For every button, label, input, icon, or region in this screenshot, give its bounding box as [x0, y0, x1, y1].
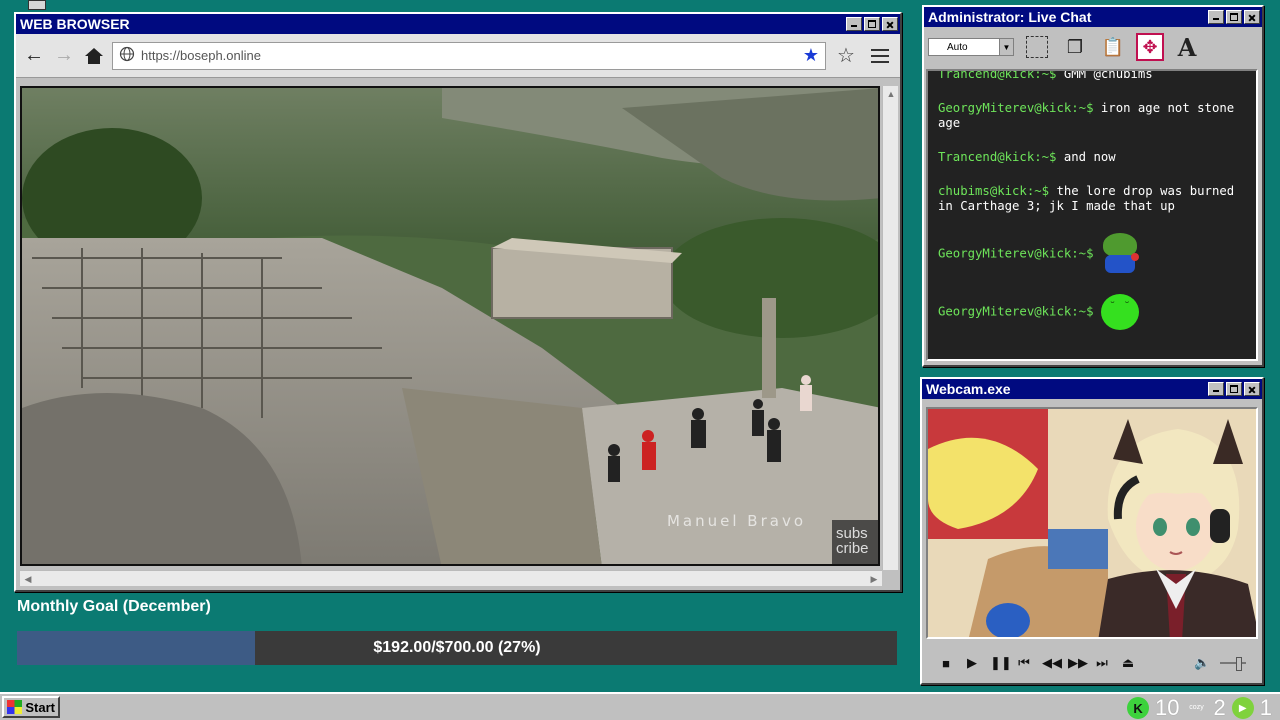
close-button[interactable] — [1244, 10, 1260, 24]
fast-forward-icon[interactable]: ▶▶ — [1068, 655, 1088, 671]
chat-messages[interactable]: Trancend@kick:~$ GMM @chubims GeorgyMiter… — [926, 69, 1258, 361]
chat-message: GeorgyMiterev@kick:~$ — [938, 294, 1246, 330]
scroll-left-arrow-icon[interactable]: ◀ — [21, 572, 35, 586]
skip-start-icon[interactable]: ⏮ — [1016, 655, 1032, 671]
font-size-value: Auto — [947, 41, 968, 53]
pause-icon[interactable]: ❚❚ — [990, 655, 1012, 671]
font-size-select[interactable]: Auto ▼ — [928, 38, 1014, 56]
play-circle-icon[interactable]: ▶ — [1231, 697, 1254, 719]
scroll-up-arrow-icon[interactable]: ▲ — [884, 87, 898, 101]
system-tray: K 10 cozy 2 ▶ 1 — [1127, 694, 1272, 720]
browser-titlebar[interactable]: WEB BROWSER — [16, 14, 900, 34]
stop-icon[interactable]: ■ — [938, 656, 954, 671]
chat-message: GeorgyMiterev@kick:~$ — [938, 233, 1246, 275]
globe-icon — [119, 46, 135, 65]
chevron-down-icon[interactable]: ▼ — [999, 39, 1013, 55]
font-icon[interactable]: A — [1172, 32, 1202, 62]
chat-window: Administrator: Live Chat Auto ▼ ❐ 📋 ✥ A … — [922, 5, 1264, 367]
media-controls: ■ ▶ ❚❚ ⏮ ◀◀ ▶▶ ⏭ ⏏ 🔈 — [926, 649, 1258, 677]
eject-icon[interactable]: ⏏ — [1120, 655, 1136, 671]
minimize-button[interactable] — [1208, 10, 1224, 24]
chat-username[interactable]: GeorgyMiterev@kick:~$ — [938, 305, 1093, 319]
video-watermark: Manuel Bravo — [666, 512, 806, 530]
select-region-icon[interactable] — [1026, 36, 1048, 58]
paste-icon[interactable]: 📋 — [1098, 32, 1128, 62]
home-icon[interactable] — [82, 44, 106, 68]
chat-message: Trancend@kick:~$ GMM @chubims — [938, 69, 1246, 82]
browser-window: WEB BROWSER ← → https://boseph.online ★ … — [14, 12, 902, 592]
vertical-scrollbar[interactable]: ▲ — [882, 86, 898, 570]
play-count: 1 — [1259, 695, 1272, 720]
webcam-feed — [926, 407, 1258, 639]
skip-end-icon[interactable]: ⏭ — [1094, 655, 1110, 671]
address-bar[interactable]: https://boseph.online ★ — [112, 41, 826, 70]
anime-avatar-image — [928, 409, 1256, 637]
chat-username[interactable]: chubims@kick:~$ — [938, 184, 1049, 198]
browser-title: WEB BROWSER — [20, 16, 130, 32]
webcam-title: Webcam.exe — [926, 381, 1011, 397]
bookmark-star-icon[interactable]: ★ — [803, 45, 819, 66]
kick-icon[interactable]: K — [1127, 697, 1150, 719]
start-label: Start — [25, 699, 55, 715]
chat-titlebar[interactable]: Administrator: Live Chat — [924, 7, 1262, 27]
chat-toolbar: Auto ▼ ❐ 📋 ✥ A — [924, 27, 1262, 67]
windows-logo-icon — [7, 700, 23, 714]
maximize-button[interactable] — [1226, 10, 1242, 24]
ruins-video-frame — [22, 88, 878, 564]
taskbar: Start K 10 cozy 2 ▶ 1 — [0, 692, 1280, 720]
pepe-emote-icon — [1101, 233, 1141, 275]
chat-username[interactable]: Trancend@kick:~$ — [938, 71, 1056, 81]
goal-progress-bar: $192.00/$700.00 (27%) — [17, 631, 897, 665]
play-icon[interactable]: ▶ — [964, 655, 980, 671]
move-icon[interactable]: ✥ — [1136, 33, 1164, 61]
url-text: https://boseph.online — [141, 48, 261, 63]
browser-navbar: ← → https://boseph.online ★ ☆ — [16, 34, 900, 78]
minimize-button[interactable] — [1208, 382, 1224, 396]
chat-username[interactable]: Trancend@kick:~$ — [938, 150, 1056, 164]
chat-text: GMM @chubims — [1063, 69, 1153, 81]
chat-username[interactable]: GeorgyMiterev@kick:~$ — [938, 247, 1093, 261]
back-arrow-icon[interactable]: ← — [22, 44, 46, 68]
chat-title: Administrator: Live Chat — [928, 9, 1092, 25]
maximize-button[interactable] — [864, 17, 880, 31]
subscribe-overlay[interactable]: subs cribe — [832, 520, 878, 564]
kick-count: 10 — [1155, 695, 1180, 720]
forward-arrow-icon[interactable]: → — [52, 44, 76, 68]
chat-message: chubims@kick:~$ the lore drop was burned… — [938, 184, 1246, 214]
webcam-window: Webcam.exe ■ ▶ ❚❚ ⏮ ◀◀ ▶▶ ⏭ ⏏ 🔈 — [920, 377, 1264, 685]
green-blob-emote-icon — [1100, 294, 1139, 330]
volume-icon[interactable]: 🔈 — [1194, 655, 1210, 671]
video-player[interactable]: Manuel Bravo subs cribe — [20, 86, 880, 566]
hamburger-menu-icon[interactable] — [866, 44, 894, 68]
maximize-button[interactable] — [1226, 382, 1242, 396]
minimize-button[interactable] — [846, 17, 862, 31]
chat-text: and now — [1063, 150, 1116, 164]
goal-title: Monthly Goal (December) — [17, 598, 211, 615]
horizontal-scrollbar[interactable]: ◀ ▶ — [20, 570, 882, 586]
goal-progress-text: $192.00/$700.00 (27%) — [373, 639, 541, 656]
cozy-count: 2 — [1213, 695, 1226, 720]
rewind-icon[interactable]: ◀◀ — [1042, 655, 1062, 671]
copy-icon[interactable]: ❐ — [1060, 32, 1090, 62]
cozy-label[interactable]: cozy — [1186, 704, 1208, 712]
volume-slider[interactable] — [1220, 657, 1246, 671]
webcam-titlebar[interactable]: Webcam.exe — [922, 379, 1262, 399]
scroll-right-arrow-icon[interactable]: ▶ — [867, 572, 881, 586]
favorites-star-icon[interactable]: ☆ — [832, 43, 860, 68]
chat-username[interactable]: GeorgyMiterev@kick:~$ — [938, 101, 1093, 115]
chat-message: GeorgyMiterev@kick:~$ iron age not stone… — [938, 101, 1246, 131]
desktop-icon[interactable] — [28, 0, 46, 10]
close-button[interactable] — [882, 17, 898, 31]
start-button[interactable]: Start — [2, 696, 60, 718]
chat-message: Trancend@kick:~$ and now — [938, 150, 1246, 165]
close-button[interactable] — [1244, 382, 1260, 396]
